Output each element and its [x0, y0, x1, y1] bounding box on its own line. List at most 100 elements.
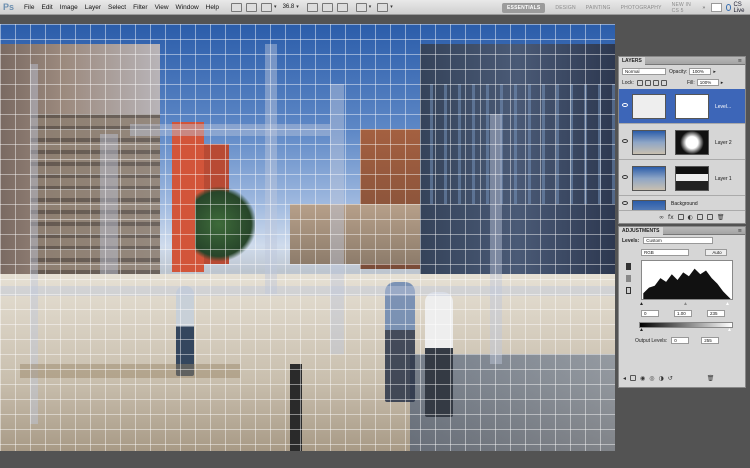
- visibility-eye-icon[interactable]: ◎: [649, 375, 654, 382]
- visibility-eye-icon[interactable]: [622, 103, 628, 107]
- search-field[interactable]: [711, 3, 722, 12]
- new-layer-icon[interactable]: [706, 214, 713, 220]
- menu-filter[interactable]: Filter: [133, 4, 147, 11]
- zoom-tool-icon[interactable]: [321, 2, 333, 12]
- chevron-right-icon[interactable]: ▸: [721, 80, 724, 86]
- menu-select[interactable]: Select: [108, 4, 126, 11]
- document-canvas[interactable]: [0, 24, 615, 451]
- layer-mask-thumbnail[interactable]: [675, 130, 709, 155]
- trash-icon[interactable]: 🗑: [707, 375, 715, 382]
- levels-preset-row: Levels: Custom: [622, 237, 714, 244]
- menu-window[interactable]: Window: [176, 4, 199, 11]
- white-eyedropper-icon[interactable]: [626, 287, 631, 294]
- visibility-eye-icon[interactable]: [622, 139, 628, 143]
- workspace-painting[interactable]: PAINTING: [586, 5, 611, 11]
- visibility-eye-icon[interactable]: [622, 201, 628, 205]
- layer-name[interactable]: Background: [671, 201, 698, 207]
- menu-file[interactable]: File: [24, 4, 34, 11]
- screen-mode-icon[interactable]: [377, 2, 389, 12]
- workspace-switcher: ESSENTIALS DESIGN PAINTING PHOTOGRAPHY N…: [500, 0, 750, 15]
- fill-field[interactable]: 100%: [696, 79, 719, 86]
- view-extras-icon[interactable]: [261, 2, 273, 12]
- chevron-down-icon[interactable]: ▾: [369, 4, 372, 10]
- rotate-view-icon[interactable]: [336, 2, 348, 12]
- fx-icon[interactable]: fx: [668, 214, 674, 221]
- layer-thumbnail: [632, 130, 666, 155]
- clip-layer-icon[interactable]: ◉: [640, 375, 645, 382]
- input-slider[interactable]: ▲ ▲ ▲: [639, 301, 735, 307]
- output-white-slider[interactable]: ▲: [727, 327, 732, 333]
- layer-row-layer2[interactable]: Layer 2: [619, 125, 745, 160]
- preset-select[interactable]: Custom: [643, 237, 714, 244]
- chevron-down-icon[interactable]: ▾: [390, 4, 393, 10]
- input-white-field[interactable]: 235: [707, 310, 725, 317]
- fill-label: Fill:: [686, 79, 695, 86]
- levels-label: Levels:: [622, 237, 640, 244]
- workspace-new-in-cs5[interactable]: NEW IN CS 5: [672, 2, 699, 14]
- lock-all-icon[interactable]: [660, 79, 667, 86]
- menu-layer[interactable]: Layer: [85, 4, 101, 11]
- chevron-down-icon[interactable]: ▾: [296, 4, 299, 10]
- menu-view[interactable]: View: [155, 4, 169, 11]
- gray-eyedropper-icon[interactable]: [626, 275, 631, 282]
- workspace-design[interactable]: DESIGN: [555, 5, 575, 11]
- output-slider[interactable]: ▲ ▲: [639, 327, 735, 333]
- chevron-down-icon[interactable]: ▾: [274, 4, 277, 10]
- chevron-right-icon[interactable]: ▸: [713, 69, 716, 75]
- panel-menu-icon[interactable]: ≡: [738, 228, 742, 234]
- layer-name[interactable]: Level...: [715, 104, 731, 110]
- output-white-field[interactable]: 255: [701, 337, 720, 344]
- bridge-icon[interactable]: [231, 2, 243, 12]
- layers-tab[interactable]: LAYERS: [619, 56, 645, 65]
- adjustment-layer-icon[interactable]: ◐: [688, 214, 693, 221]
- white-point-slider[interactable]: ▲: [725, 301, 730, 307]
- workspace-photography[interactable]: PHOTOGRAPHY: [621, 5, 662, 11]
- visibility-eye-icon[interactable]: [622, 175, 628, 179]
- mini-bridge-icon[interactable]: [246, 2, 258, 12]
- lock-transparent-icon[interactable]: [636, 79, 643, 86]
- layer-row-levels[interactable]: Level...: [619, 89, 745, 124]
- output-black-field[interactable]: 0: [671, 337, 690, 344]
- layer-row-background[interactable]: Background: [619, 197, 745, 211]
- trash-icon[interactable]: 🗑: [717, 214, 725, 221]
- view-previous-icon[interactable]: ◑: [659, 375, 664, 382]
- panel-menu-icon[interactable]: ≡: [738, 58, 742, 64]
- adjustments-tab[interactable]: ADJUSTMENTS: [619, 226, 663, 235]
- channel-select[interactable]: RGB: [641, 249, 689, 256]
- menu-edit[interactable]: Edit: [41, 4, 52, 11]
- arrange-documents-icon[interactable]: [355, 2, 367, 12]
- input-black-field[interactable]: 0: [641, 310, 659, 317]
- layer-mask-thumbnail[interactable]: [675, 94, 709, 119]
- expanded-view-icon[interactable]: [630, 375, 637, 381]
- output-black-slider[interactable]: ▲: [639, 327, 644, 333]
- auto-button[interactable]: Auto: [705, 249, 727, 256]
- add-mask-icon[interactable]: [677, 214, 684, 220]
- cs-live-button[interactable]: CS Live: [725, 1, 750, 14]
- layer-mask-thumbnail[interactable]: [675, 166, 709, 191]
- opacity-field[interactable]: 100%: [689, 68, 712, 75]
- black-point-slider[interactable]: ▲: [639, 301, 644, 307]
- cs-live-label: CS Live: [733, 1, 745, 14]
- lock-image-icon[interactable]: [644, 79, 651, 86]
- layer-row-layer1[interactable]: Layer 1: [619, 161, 745, 196]
- link-layers-icon[interactable]: ∞: [659, 214, 664, 221]
- lock-label: Lock:: [622, 79, 634, 86]
- zoom-level[interactable]: 36.8: [283, 4, 295, 10]
- workspace-essentials[interactable]: ESSENTIALS: [502, 2, 546, 13]
- layer-name[interactable]: Layer 2: [715, 140, 732, 146]
- lock-position-icon[interactable]: [652, 79, 659, 86]
- input-gamma-field[interactable]: 1.00: [674, 310, 692, 317]
- black-eyedropper-icon[interactable]: [626, 263, 631, 270]
- blend-mode-select[interactable]: Normal: [622, 68, 666, 75]
- gamma-slider[interactable]: ▲: [683, 301, 688, 307]
- menu-help[interactable]: Help: [206, 4, 219, 11]
- hand-tool-icon[interactable]: [306, 2, 318, 12]
- reset-icon[interactable]: ↺: [668, 375, 673, 382]
- menu-image[interactable]: Image: [60, 4, 78, 11]
- panel-dock: LAYERS ≡ Normal Opacity: 100% ▸ Lock: Fi…: [618, 56, 750, 388]
- back-arrow-icon[interactable]: ◂: [623, 375, 626, 382]
- layer-name[interactable]: Layer 1: [715, 176, 732, 182]
- channel-row: RGB Auto: [641, 249, 727, 256]
- new-group-icon[interactable]: [696, 214, 703, 220]
- more-workspaces-icon[interactable]: »: [702, 5, 705, 11]
